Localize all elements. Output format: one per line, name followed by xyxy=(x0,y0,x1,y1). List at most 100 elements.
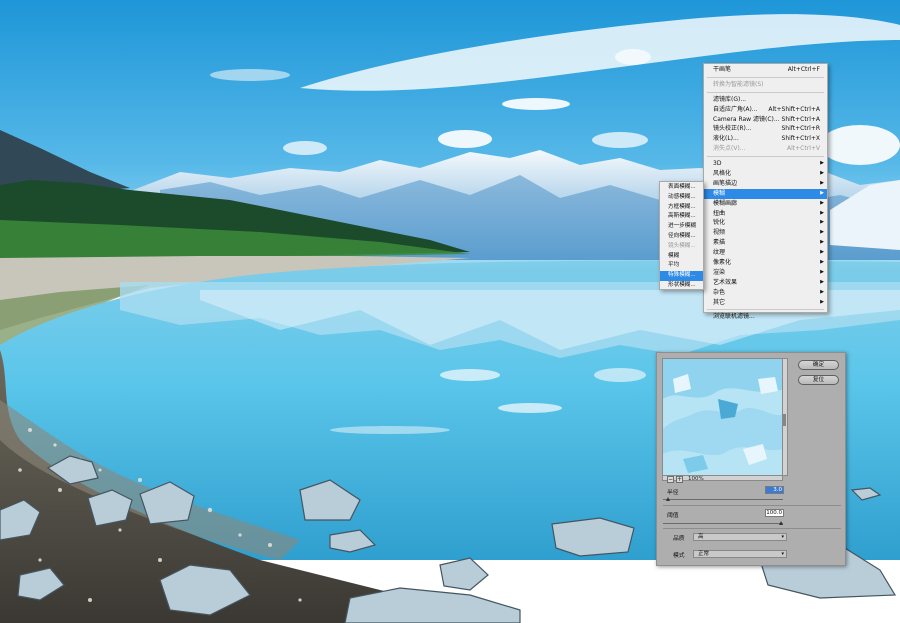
blur-submenu-item-label: 方框模糊... xyxy=(668,203,696,210)
zoom-controls: − + 100% xyxy=(667,475,707,483)
shortcut-label: Shift+Ctrl+A xyxy=(781,115,820,123)
filter-menu-item[interactable]: 杂色 ▶ xyxy=(704,288,827,298)
blur-submenu-item-label: 形状模糊... xyxy=(668,281,696,288)
filter-menu-item[interactable]: 视频 ▶ xyxy=(704,228,827,238)
submenu-arrow-icon: ▶ xyxy=(820,278,824,285)
submenu-arrow-icon: ▶ xyxy=(820,229,824,236)
blur-submenu-item[interactable]: 方框模糊... xyxy=(660,203,703,213)
radius-slider-knob[interactable] xyxy=(666,497,670,501)
filter-menu-item-label: 滤镜库(G)... xyxy=(713,95,747,103)
menu-separator xyxy=(707,309,824,311)
menu-separator xyxy=(707,91,824,93)
filter-menu-item-label: 视频 xyxy=(713,229,726,237)
filter-menu-item-label: 液化(L)... xyxy=(713,135,739,143)
filter-menu-item-label: 画笔描边 xyxy=(713,179,738,187)
submenu-arrow-icon: ▶ xyxy=(820,179,824,186)
threshold-slider-track[interactable] xyxy=(663,523,783,524)
ok-button[interactable]: 确定 xyxy=(798,360,839,370)
filter-menu-item[interactable]: 自适应广角(A)... Alt+Shift+Ctrl+A xyxy=(704,105,827,115)
filter-menu-item-label: 纹理 xyxy=(713,249,726,257)
blur-submenu-item-label: 进一步模糊 xyxy=(668,223,696,230)
submenu-arrow-icon: ▶ xyxy=(820,189,824,196)
divider xyxy=(663,528,841,529)
filter-menu-item[interactable]: 锐化 ▶ xyxy=(704,218,827,228)
filter-menu-item[interactable]: 像素化 ▶ xyxy=(704,258,827,268)
quality-select[interactable]: 高 ▾ xyxy=(693,533,787,541)
submenu-arrow-icon: ▶ xyxy=(820,268,824,275)
zoom-out-button[interactable]: − xyxy=(667,475,674,483)
radius-input[interactable]: 3.0 xyxy=(765,486,784,494)
submenu-arrow-icon: ▶ xyxy=(820,219,824,226)
filter-menu-item-label: 风格化 xyxy=(713,170,732,178)
blur-submenu-item[interactable]: 表面模糊... xyxy=(660,183,703,193)
filter-menu-item-label: 浏览联机滤镜... xyxy=(713,313,755,321)
threshold-slider-knob[interactable] xyxy=(779,521,783,525)
menu-separator xyxy=(707,156,824,158)
surface-blur-dialog: − + 100% 确定 复位 半径 3.0 阈值 100.0 品质 高 ▾ 模式 … xyxy=(656,352,846,566)
blur-submenu-item-label: 径向模糊... xyxy=(668,232,696,239)
zoom-in-button[interactable]: + xyxy=(676,475,683,483)
filter-menu-item: 转换为智能滤镜(S) xyxy=(704,80,827,90)
filter-menu-item-label: 自适应广角(A)... xyxy=(713,105,758,113)
filter-menu: 干画笔 Alt+Ctrl+F 转换为智能滤镜(S) 滤镜库(G)... 自适应广角(A)… xyxy=(703,63,828,320)
filter-menu-item-label: 干画笔 xyxy=(713,66,732,73)
filter-menu-item[interactable]: 素描 ▶ xyxy=(704,238,827,248)
shortcut-label: Shift+Ctrl+X xyxy=(781,135,820,143)
blur-submenu-item-label: 平均 xyxy=(668,262,680,269)
blur-submenu-item[interactable]: 动感模糊... xyxy=(660,193,703,203)
filter-menu-item[interactable]: 艺术效果 ▶ xyxy=(704,278,827,288)
chevron-down-icon: ▾ xyxy=(781,534,784,540)
filter-menu-item[interactable]: 其它 ▶ xyxy=(704,298,827,308)
blur-submenu-item[interactable]: 形状模糊... xyxy=(660,281,703,291)
submenu-arrow-icon: ▶ xyxy=(820,298,824,305)
reset-button[interactable]: 复位 xyxy=(798,375,839,385)
filter-menu-item-label: 锐化 xyxy=(713,219,726,227)
filter-menu-item[interactable]: 渲染 ▶ xyxy=(704,268,827,278)
filter-menu-item[interactable]: 镜头校正(R)... Shift+Ctrl+R xyxy=(704,124,827,134)
blur-submenu-item[interactable]: 模糊 xyxy=(660,252,703,262)
blur-submenu-item[interactable]: 特殊模糊... xyxy=(660,271,703,281)
filter-menu-item[interactable]: 浏览联机滤镜... xyxy=(704,312,827,322)
filter-menu-item[interactable]: 风格化 ▶ xyxy=(704,169,827,179)
filter-menu-item[interactable]: 滤镜库(G)... xyxy=(704,95,827,105)
chevron-down-icon: ▾ xyxy=(781,551,784,557)
mode-value: 正常 xyxy=(698,551,710,557)
submenu-arrow-icon: ▶ xyxy=(820,249,824,256)
blur-submenu-item[interactable]: 进一步模糊 xyxy=(660,222,703,232)
filter-menu-item[interactable]: 干画笔 Alt+Ctrl+F xyxy=(704,65,827,75)
menu-separator xyxy=(707,76,824,78)
preview-pane[interactable] xyxy=(662,358,783,476)
submenu-arrow-icon: ▶ xyxy=(820,239,824,246)
blur-submenu-item[interactable]: 平均 xyxy=(660,261,703,271)
filter-menu-item[interactable]: 画笔描边 ▶ xyxy=(704,179,827,189)
filter-menu-item[interactable]: 3D ▶ xyxy=(704,159,827,169)
quality-value: 高 xyxy=(698,534,704,540)
blur-submenu-item[interactable]: 高斯模糊... xyxy=(660,212,703,222)
threshold-input[interactable]: 100.0 xyxy=(765,509,784,517)
filter-menu-item[interactable]: 扭曲 ▶ xyxy=(704,209,827,219)
blur-submenu-item-label: 表面模糊... xyxy=(668,184,696,190)
submenu-arrow-icon: ▶ xyxy=(820,170,824,177)
radius-slider-track[interactable] xyxy=(663,499,783,500)
blur-submenu-item-label: 特殊模糊... xyxy=(668,272,696,279)
divider xyxy=(663,505,841,506)
filter-menu-item-label: 渲染 xyxy=(713,268,726,276)
submenu-arrow-icon: ▶ xyxy=(820,288,824,295)
filter-menu-item[interactable]: 纹理 ▶ xyxy=(704,248,827,258)
blur-submenu-item-label: 镜头模糊... xyxy=(668,242,696,249)
mode-select[interactable]: 正常 ▾ xyxy=(693,550,787,558)
submenu-arrow-icon: ▶ xyxy=(820,259,824,266)
filter-menu-item-label: 消失点(V)... xyxy=(713,145,746,153)
blur-submenu-item-label: 模糊 xyxy=(668,252,680,259)
filter-menu-item[interactable]: 模糊 ▶ xyxy=(704,188,827,199)
filter-menu-item[interactable]: 模糊画廊 ▶ xyxy=(704,199,827,209)
filter-menu-item-label: 3D xyxy=(713,160,722,168)
blur-submenu-item[interactable]: 径向模糊... xyxy=(660,232,703,242)
submenu-arrow-icon: ▶ xyxy=(820,209,824,216)
filter-menu-item-label: 像素化 xyxy=(713,259,732,267)
shortcut-label: Shift+Ctrl+R xyxy=(781,125,820,133)
filter-menu-item[interactable]: 液化(L)... Shift+Ctrl+X xyxy=(704,134,827,144)
filter-menu-item[interactable]: Camera Raw 滤镜(C)... Shift+Ctrl+A xyxy=(704,115,827,125)
scrollbar-thumb[interactable] xyxy=(783,414,786,426)
preview-vertical-scrollbar[interactable] xyxy=(783,358,788,476)
